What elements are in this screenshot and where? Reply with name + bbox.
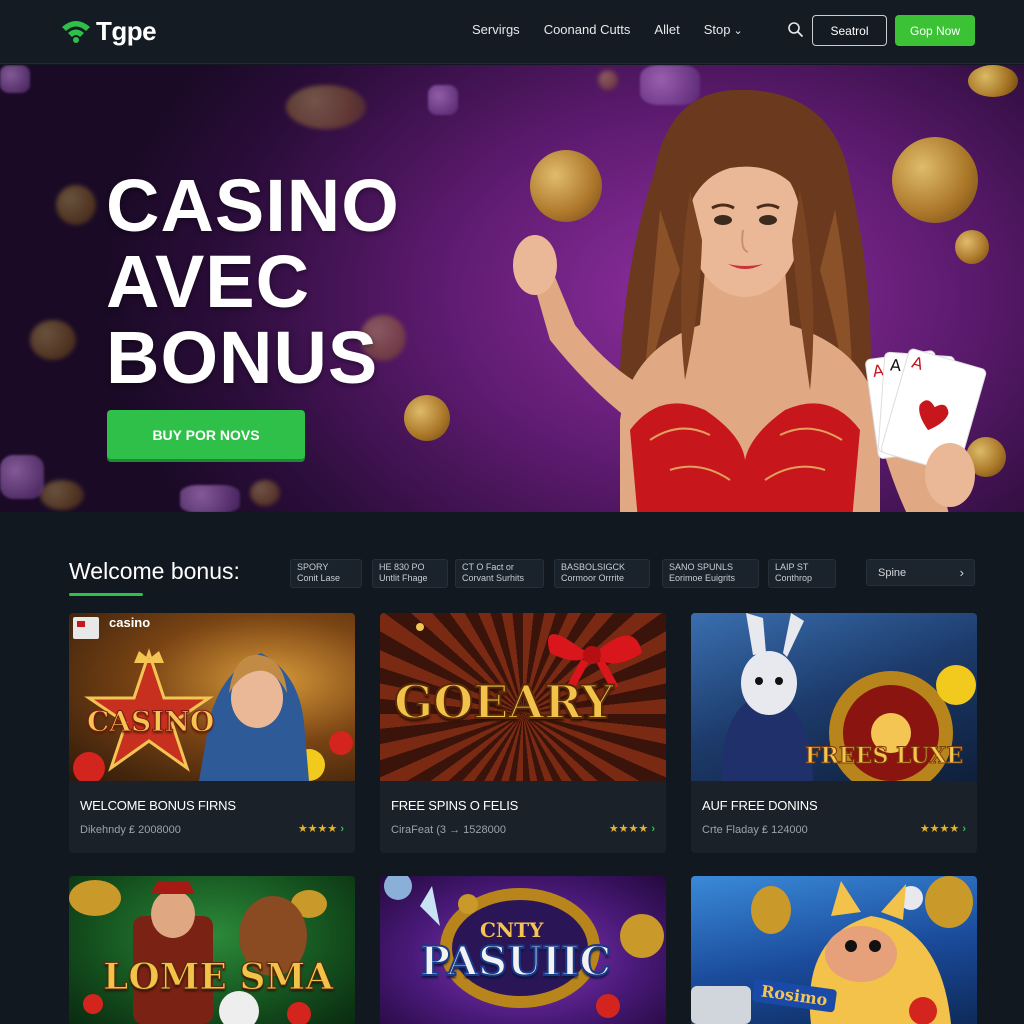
card-title: FREE SPINS O FELIS <box>391 798 519 813</box>
gop-now-button[interactable]: Gop Now <box>895 15 975 46</box>
game-art-icon <box>69 880 327 1024</box>
bonus-card[interactable]: GOEARY FREE SPINS O FELIS CiraFeat (3 → … <box>380 613 666 853</box>
logo-text: Tgpe <box>96 15 157 46</box>
filter-chip-line1: SANO SPUNLS <box>669 562 734 572</box>
card-meta: Crte Fladay ₤ 124000 <box>702 824 808 836</box>
filter-chip-line1: BASBOLSIGCK <box>561 562 626 572</box>
card-meta: Dikehndy ₤ 2008000 <box>80 824 181 836</box>
main-nav: Servirgs Coonand Cutts Allet Stop <box>472 22 767 37</box>
hero-banner: A A A CASINO AVEC BONUS BUY POR NOVS <box>0 65 1024 512</box>
star-icons: ★★★★ <box>608 823 649 835</box>
filter-chip[interactable]: SPORY Conit Lase <box>290 559 362 588</box>
card-art-title: CASINO <box>86 705 215 739</box>
game-card[interactable]: CNTY PASUIIC <box>380 876 666 1024</box>
coin-decoration <box>598 70 618 90</box>
card-art-title: GOEARY <box>393 674 615 730</box>
card-title: AUF FREE DONINS <box>702 798 818 813</box>
bonus-card[interactable]: FREES LUXE AUF FREE DONINS Crte Fladay ₤… <box>691 613 977 853</box>
nav-item-allet[interactable]: Allet <box>654 22 679 37</box>
nav-item-stop-dropdown[interactable]: Stop <box>704 22 743 37</box>
filter-chip-line2: Untlit Fhage <box>379 573 428 583</box>
star-icons: ★★★★ <box>919 823 960 835</box>
card-artwork: CASINO casino <box>69 613 355 781</box>
gem-decoration <box>0 455 44 499</box>
card-artwork: FREES LUXE <box>691 613 977 781</box>
game-card[interactable]: Rosimo <box>691 876 977 1024</box>
casino-art-icon <box>73 617 353 781</box>
filter-chip[interactable]: SANO SPUNLS Eorimoe Euigrits <box>662 559 759 588</box>
filter-chip-line1: HE 830 PO <box>379 562 425 572</box>
game-card[interactable]: LOME SMA <box>69 876 355 1024</box>
wifi-logo-icon <box>62 21 90 43</box>
chevron-right-icon: › <box>651 823 655 835</box>
filter-chip[interactable]: BASBOLSIGCK Cormoor Orrrite <box>554 559 650 588</box>
rating-stars: ★★★★ › <box>298 822 344 835</box>
card-art-title: LOME SMA <box>102 956 334 999</box>
section-title: Welcome bonus: <box>69 558 240 584</box>
bonus-card[interactable]: CASINO casino WELCOME BONUS FIRNS Dikehn… <box>69 613 355 853</box>
svg-text:A: A <box>889 355 901 375</box>
coin-decoration <box>56 185 96 225</box>
hero-title-line: AVEC <box>106 240 311 323</box>
hero-title-line: BONUS <box>106 316 379 399</box>
hero-title: CASINO AVEC BONUS <box>106 168 426 396</box>
site-logo[interactable]: Tgpe <box>60 14 157 48</box>
filter-chip[interactable]: LAIP ST Conthrop <box>768 559 836 588</box>
top-header: Tgpe Servirgs Coonand Cutts Allet Stop S… <box>0 0 1024 64</box>
gem-decoration <box>0 65 30 93</box>
card-title: WELCOME BONUS FIRNS <box>80 798 236 813</box>
coin-decoration <box>286 85 366 129</box>
coin-decoration <box>30 320 76 360</box>
filter-chip-line2: Eorimoe Euigrits <box>669 573 736 583</box>
coin-decoration <box>40 480 84 510</box>
hero-model-illustration: A A A <box>513 90 987 512</box>
filter-chip-line1: LAIP ST <box>775 562 809 572</box>
card-artwork: GOEARY <box>380 613 666 781</box>
card-art-badge: casino <box>109 615 151 630</box>
chevron-right-icon: › <box>962 823 966 835</box>
filter-chip[interactable]: HE 830 PO Untlit Fhage <box>372 559 448 588</box>
seatrol-button[interactable]: Seatrol <box>812 15 887 46</box>
search-icon[interactable] <box>786 20 806 40</box>
filter-chip-line2: Conit Lase <box>297 573 341 583</box>
star-icons: ★★★★ <box>297 823 338 835</box>
hero-cta-button[interactable]: BUY POR NOVS <box>107 410 305 459</box>
spine-dropdown-button[interactable]: Spine › <box>866 559 975 586</box>
filter-chip-line2: Corvant Surhits <box>462 573 525 583</box>
coin-decoration <box>250 480 280 506</box>
filter-chip-line2: Conthrop <box>775 573 813 583</box>
hero-title-line: CASINO <box>106 164 400 247</box>
filter-chip-line1: SPORY <box>297 562 329 572</box>
chevron-right-icon: › <box>959 565 964 580</box>
card-art-title: PASUIIC <box>419 937 612 986</box>
nav-item-services[interactable]: Servirgs <box>472 22 520 37</box>
coin-decoration <box>404 395 450 441</box>
gem-decoration <box>180 485 240 512</box>
filter-chip-line2: Cormoor Orrrite <box>561 573 625 583</box>
filter-chip-line1: CT O Fact or <box>462 562 514 572</box>
card-meta: CiraFeat (3 → 1528000 <box>391 824 506 836</box>
rating-stars: ★★★★ › <box>920 822 966 835</box>
nav-item-coonand[interactable]: Coonand Cutts <box>544 22 631 37</box>
spine-label: Spine <box>878 566 907 579</box>
filter-chip[interactable]: CT O Fact or Corvant Surhits <box>455 559 544 588</box>
section-title-underline <box>69 593 143 596</box>
rating-stars: ★★★★ › <box>609 822 655 835</box>
gem-decoration <box>428 85 458 115</box>
chevron-right-icon: › <box>340 823 344 835</box>
card-art-title: FREES LUXE <box>804 743 964 770</box>
